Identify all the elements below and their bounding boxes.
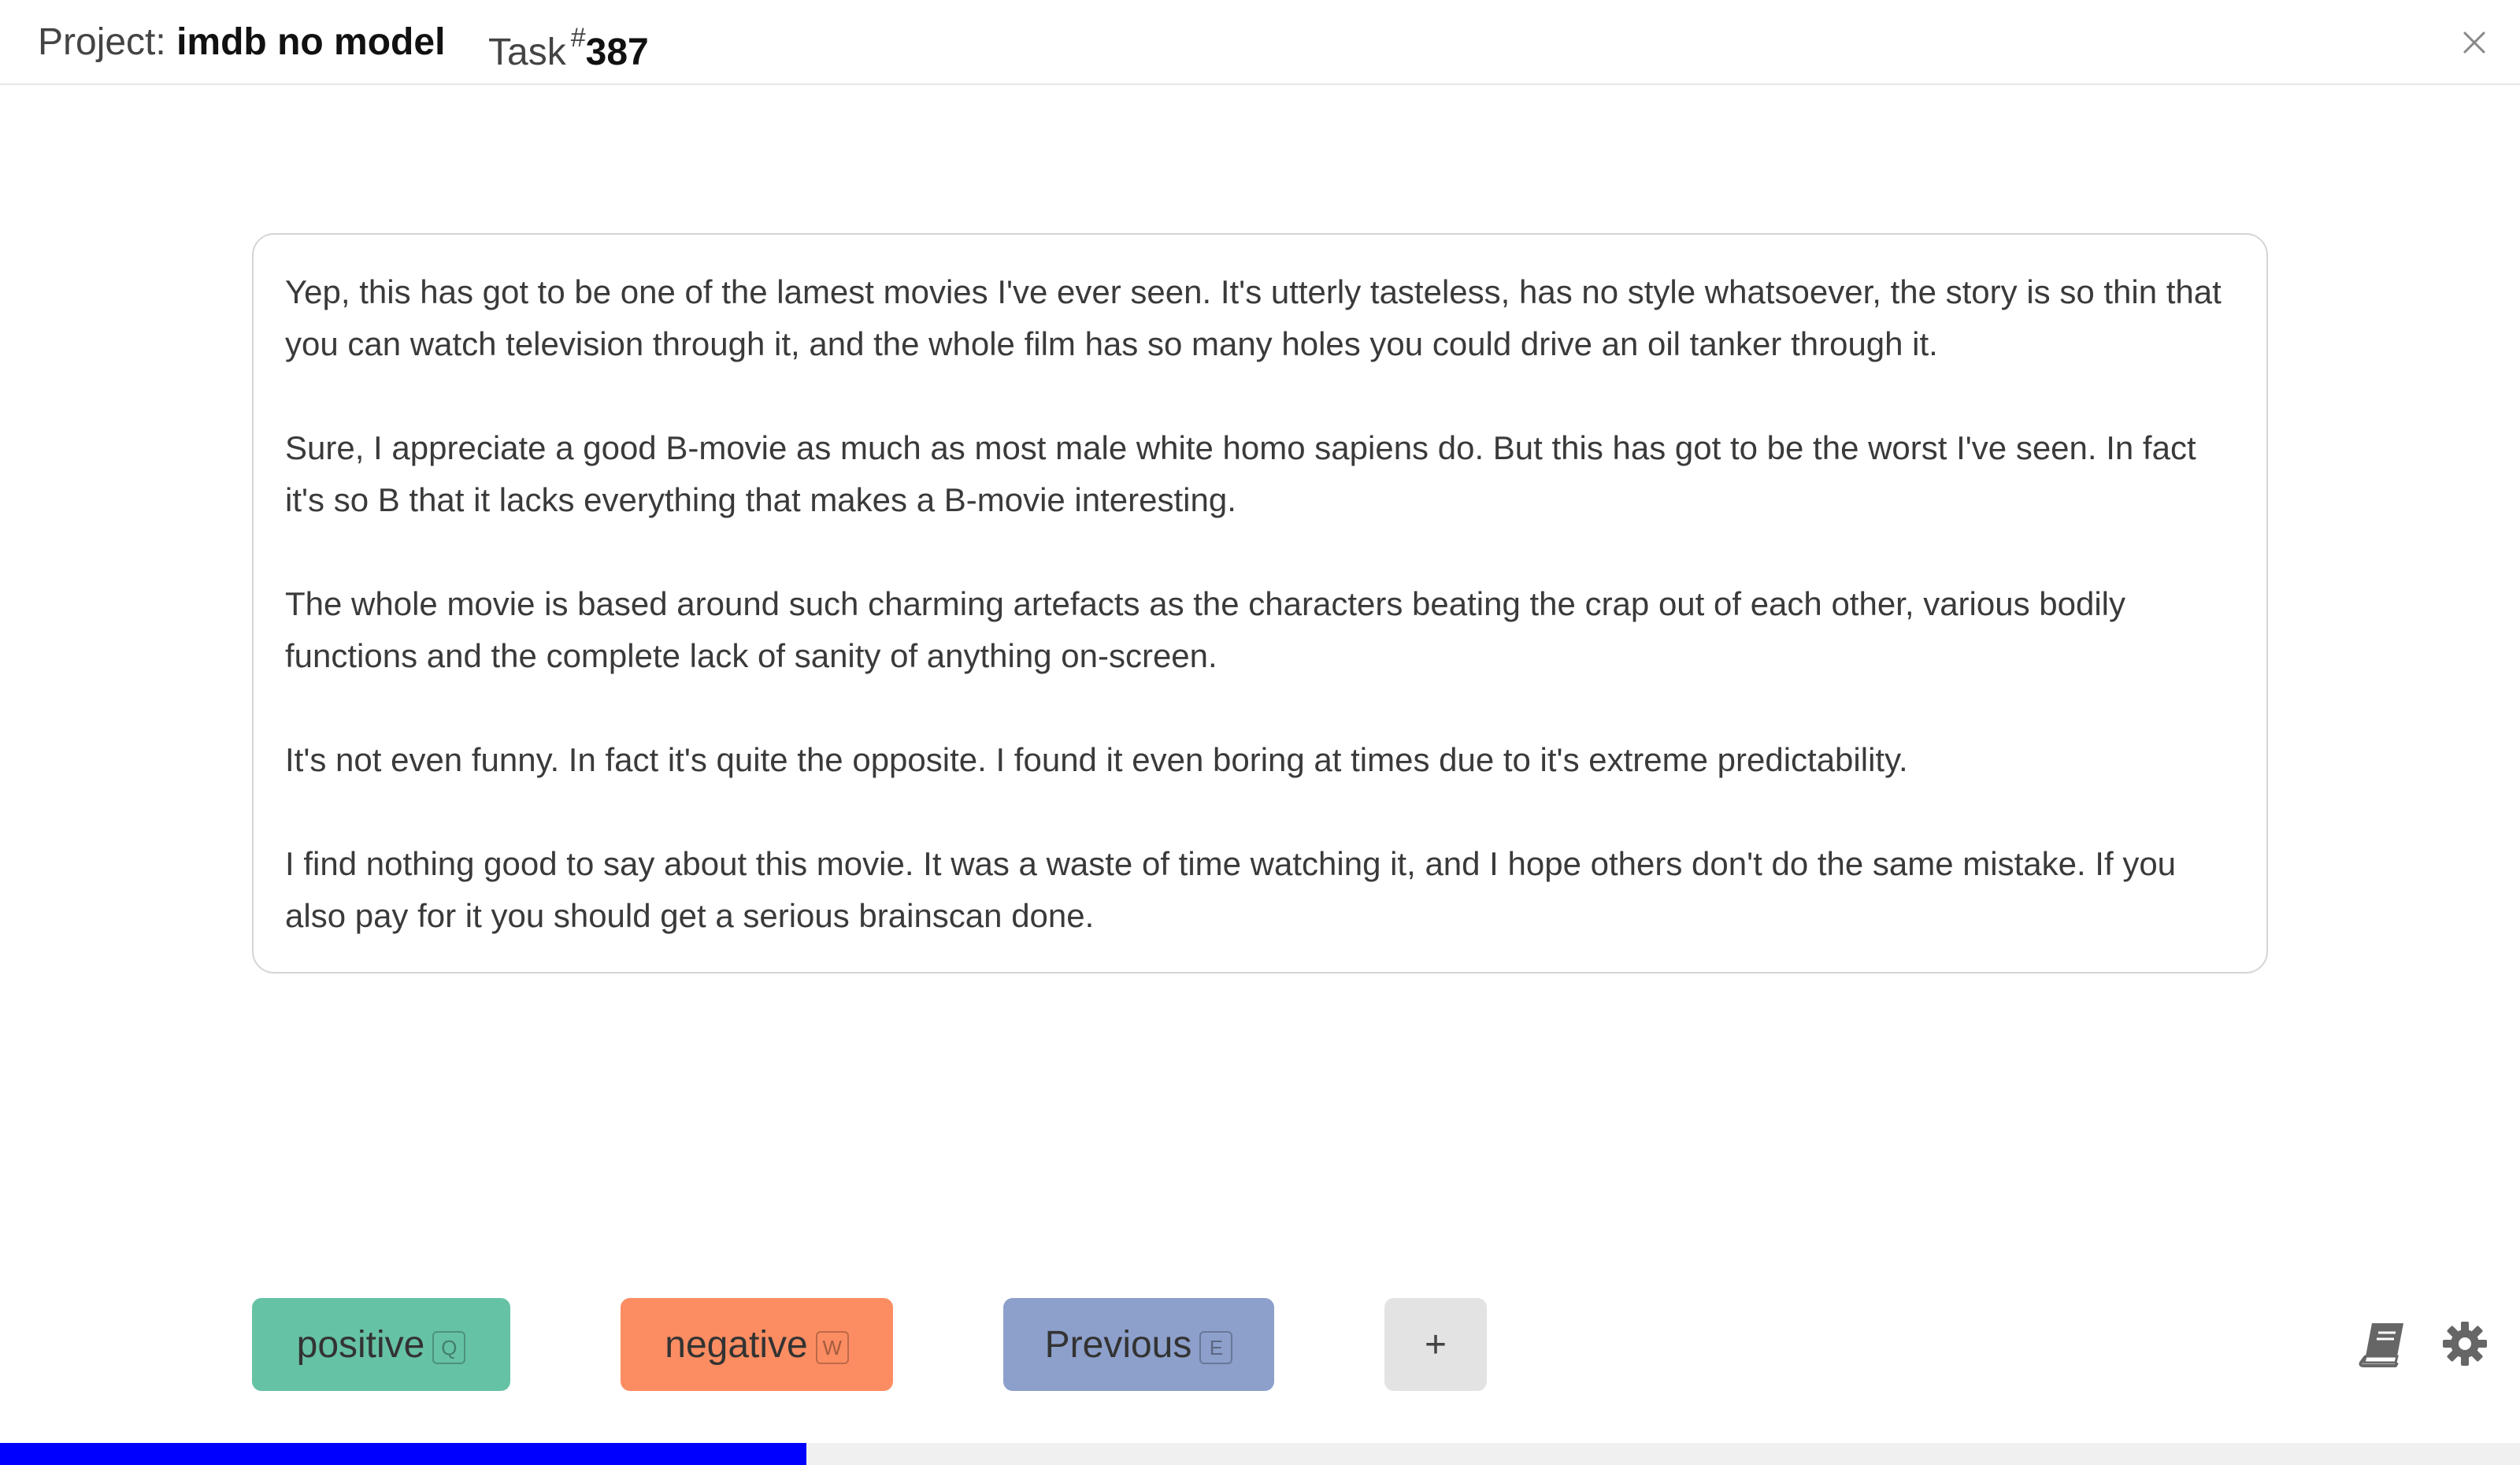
hotkey-e-badge: E	[1199, 1331, 1233, 1364]
add-label: +	[1424, 1323, 1447, 1366]
project-name: imdb no model	[176, 21, 446, 63]
task-title: Task #387	[488, 19, 649, 76]
add-label-button[interactable]: +	[1384, 1298, 1487, 1391]
gear-icon[interactable]	[2441, 1320, 2488, 1367]
progress-bar-fill	[0, 1443, 806, 1465]
project-prefix: Project:	[38, 21, 166, 63]
book-icon[interactable]	[2358, 1320, 2407, 1367]
review-paragraph: I find nothing good to say about this mo…	[285, 845, 2177, 934]
task-hash: #	[570, 23, 586, 53]
review-text-panel: Yep, this has got to be one of the lames…	[252, 233, 2268, 974]
review-paragraph: It's not even funny. In fact it's quite …	[285, 741, 1908, 778]
task-number: 387	[585, 32, 649, 73]
review-paragraph: Sure, I appreciate a good B-movie as muc…	[285, 429, 2196, 518]
positive-label: positive	[296, 1323, 425, 1366]
top-bar: Project: imdb no model Task #387	[0, 0, 2520, 85]
close-icon[interactable]	[2460, 28, 2488, 57]
hotkey-w-badge: W	[815, 1331, 849, 1364]
previous-label: Previous	[1044, 1323, 1192, 1366]
previous-button[interactable]: Previous E	[1003, 1298, 1274, 1391]
negative-button[interactable]: negative W	[621, 1298, 893, 1391]
project-title: Project: imdb no model	[38, 19, 445, 66]
progress-bar	[0, 1443, 2520, 1465]
review-paragraph: Yep, this has got to be one of the lames…	[285, 273, 2222, 362]
negative-label: negative	[665, 1323, 808, 1366]
hotkey-q-badge: Q	[432, 1331, 466, 1364]
task-prefix: Task	[488, 32, 566, 73]
review-paragraph: The whole movie is based around such cha…	[285, 585, 2125, 674]
positive-button[interactable]: positive Q	[252, 1298, 510, 1391]
